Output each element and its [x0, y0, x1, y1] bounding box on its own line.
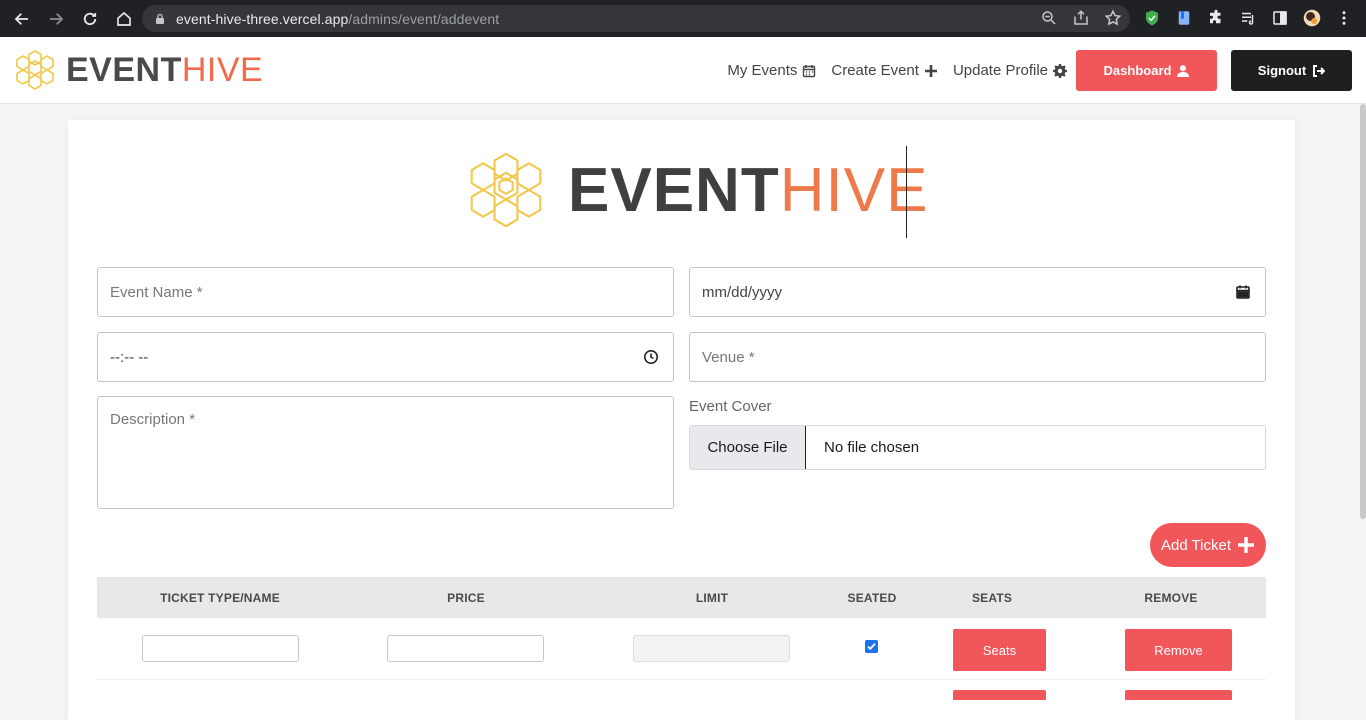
browser-toolbar: event-hive-three.vercel.app/admins/event… — [0, 0, 1366, 37]
nav-create-event[interactable]: Create Event — [831, 62, 938, 79]
col-seated: SEATED — [847, 590, 897, 605]
description-textarea[interactable]: Description * — [97, 396, 674, 509]
tickets-table: TICKET TYPE/NAME PRICE LIMIT SEATED SEAT… — [97, 577, 1266, 700]
forward-icon[interactable] — [40, 3, 72, 35]
reload-icon[interactable] — [74, 3, 106, 35]
venue-input[interactable]: Venue * — [689, 332, 1266, 382]
signout-label: Signout — [1257, 63, 1307, 78]
ticket-name-input[interactable] — [142, 635, 299, 662]
profile-avatar[interactable] — [1302, 8, 1322, 28]
star-icon[interactable] — [1104, 9, 1122, 27]
clock-icon[interactable] — [643, 349, 659, 365]
col-ticket-type: TICKET TYPE/NAME — [160, 590, 280, 605]
nav-update-profile[interactable]: Update Profile — [953, 62, 1067, 79]
event-cover-file-input[interactable]: Choose File No file chosen — [689, 425, 1266, 470]
nav-my-events[interactable]: My Events — [727, 62, 816, 79]
seats-button[interactable]: Seats — [953, 629, 1046, 671]
share-icon[interactable] — [1072, 9, 1090, 27]
zoom-icon[interactable] — [1040, 9, 1058, 27]
media-control-icon[interactable] — [1238, 8, 1258, 28]
col-remove: REMOVE — [1144, 590, 1198, 605]
col-limit: LIMIT — [695, 590, 729, 605]
event-name-input[interactable]: Event Name * — [97, 267, 674, 317]
text-caret — [906, 146, 907, 238]
event-cover-label: Event Cover — [689, 398, 772, 415]
plus-icon — [1238, 537, 1255, 553]
hive-logo-icon — [16, 50, 54, 90]
page-scrollbar[interactable] — [1360, 104, 1366, 519]
nav-my-events-label: My Events — [727, 62, 798, 79]
url-text: event-hive-three.vercel.app/admins/event… — [176, 10, 500, 27]
sign-out-icon — [1313, 64, 1326, 77]
file-status-text: No file chosen — [824, 439, 920, 456]
col-seats: SEATS — [971, 590, 1013, 605]
event-time-input[interactable]: --:-- -- — [97, 332, 674, 382]
event-name-placeholder: Event Name * — [110, 283, 203, 301]
dashboard-button[interactable]: Dashboard — [1076, 50, 1217, 91]
hive-logo-icon — [470, 152, 542, 228]
menu-kebab-icon[interactable] — [1334, 8, 1354, 28]
lock-icon — [156, 13, 164, 24]
description-placeholder: Description * — [110, 411, 196, 428]
shield-extension-icon[interactable] — [1142, 8, 1162, 28]
dashboard-label: Dashboard — [1103, 63, 1172, 78]
add-ticket-button[interactable]: Add Ticket — [1150, 523, 1266, 567]
seats-button[interactable] — [953, 690, 1046, 700]
hero-wordmark: EVENTHIVE — [568, 155, 929, 225]
tickets-table-header: TICKET TYPE/NAME PRICE LIMIT SEATED SEAT… — [97, 577, 1266, 618]
nav-create-event-label: Create Event — [831, 62, 919, 79]
plus-icon — [924, 64, 937, 77]
site-header: EVENTHIVE My Events Create Event Update … — [0, 37, 1366, 104]
hero-logo: EVENTHIVE — [466, 146, 929, 238]
add-ticket-label: Add Ticket — [1160, 536, 1232, 554]
brand-wordmark: EVENTHIVE — [66, 50, 264, 89]
ticket-limit-input[interactable] — [633, 635, 790, 662]
event-date-input[interactable]: mm/dd/yyyy — [689, 267, 1266, 317]
remove-button[interactable] — [1125, 690, 1232, 700]
venue-placeholder: Venue * — [702, 348, 755, 366]
add-event-card: EVENTHIVE Event Name * mm/dd/yyyy --:-- … — [68, 120, 1295, 720]
gear-icon — [1053, 63, 1067, 78]
ticket-price-input[interactable] — [387, 635, 544, 662]
seated-checkbox[interactable] — [865, 640, 878, 653]
calendar-picker-icon[interactable] — [1235, 284, 1251, 300]
remove-button[interactable]: Remove — [1125, 629, 1232, 671]
user-icon — [1177, 64, 1190, 77]
top-nav: My Events Create Event Update Profile Da… — [727, 37, 1366, 104]
document-extension-icon[interactable] — [1174, 8, 1194, 28]
choose-file-button[interactable]: Choose File — [690, 426, 806, 469]
address-bar[interactable]: event-hive-three.vercel.app/admins/event… — [142, 5, 1130, 32]
date-placeholder: mm/dd/yyyy — [702, 283, 783, 301]
signout-button[interactable]: Signout — [1231, 50, 1352, 91]
nav-update-profile-label: Update Profile — [952, 62, 1048, 79]
home-icon[interactable] — [108, 3, 140, 35]
brand-logo[interactable]: EVENTHIVE — [14, 49, 263, 91]
side-panel-icon[interactable] — [1270, 8, 1290, 28]
extensions-puzzle-icon[interactable] — [1206, 8, 1226, 28]
calendar-icon — [803, 64, 816, 77]
table-row: Seats Remove — [97, 618, 1266, 680]
back-icon[interactable] — [6, 3, 38, 35]
checkmark-icon — [867, 643, 876, 651]
col-price: PRICE — [447, 590, 485, 605]
time-placeholder: --:-- -- — [110, 348, 149, 366]
table-row — [97, 680, 1266, 700]
